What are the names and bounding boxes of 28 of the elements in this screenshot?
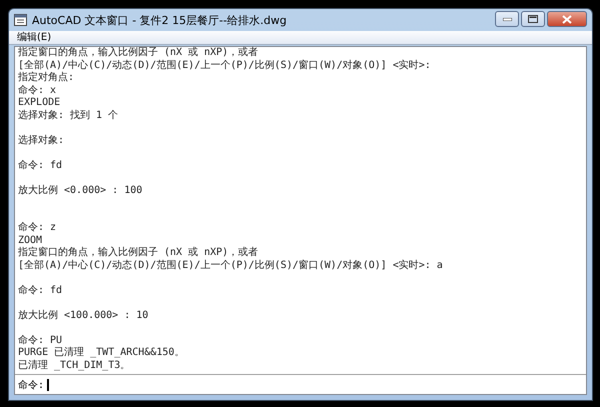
- log-line: 命令: x: [18, 84, 58, 97]
- log-line: [全部(A)/中心(C)/动态(D)/范围(E)/上一个(P)/比例(S)/窗口(W)/对象(O)] <实时>:: [18, 60, 432, 72]
- maximize-icon: [528, 15, 538, 23]
- menu-item[interactable]: 编辑(E): [15, 31, 54, 44]
- log-line: 放大比例 <100.000> : 10: [18, 310, 150, 322]
- log-line: 命令: z: [18, 222, 58, 234]
- log-line: 选择对象:: [18, 134, 66, 147]
- log-line: 放大比例 <0.000> : 100: [18, 184, 144, 197]
- window-icon: [14, 14, 27, 26]
- log-line: 指定对角点:: [18, 72, 76, 84]
- minimize-button[interactable]: [495, 11, 519, 27]
- log-line: 指定窗口的角点，输入比例因子 (nX 或 nXP)，或者: [18, 47, 260, 60]
- log-line: [全部(A)/中心(C)/动态(D)/范围(E)/上一个(P)/比例(S)/窗口(W)/对象(O)] <实时>: a: [18, 260, 444, 272]
- log-line: 命令: fd: [18, 160, 64, 172]
- maximize-button[interactable]: [521, 11, 545, 27]
- command-input[interactable]: 命令:: [15, 374, 586, 394]
- log-line: 指定窗口的角点，输入比例因子 (nX 或 nXP)，或者: [18, 247, 260, 260]
- window-title: AutoCAD 文本窗口 - 复件2 15层餐厅--给排水.dwg: [32, 12, 288, 28]
- close-button[interactable]: [547, 11, 587, 27]
- log-line: 命令: fd: [18, 284, 64, 297]
- log-line: EXPLODE: [18, 97, 62, 110]
- minimize-icon: [502, 18, 512, 20]
- log-line: ZOOM: [18, 234, 44, 246]
- log-line: 已清理 _TCH_DIM_T3。: [18, 360, 132, 372]
- close-icon: [562, 14, 572, 24]
- log-line: PURGE 已清理 _TWT_ARCH&&150。: [18, 347, 186, 360]
- log-line: 命令: PU: [18, 334, 64, 347]
- log-line: 选择对象: 找到 1 个: [18, 110, 120, 122]
